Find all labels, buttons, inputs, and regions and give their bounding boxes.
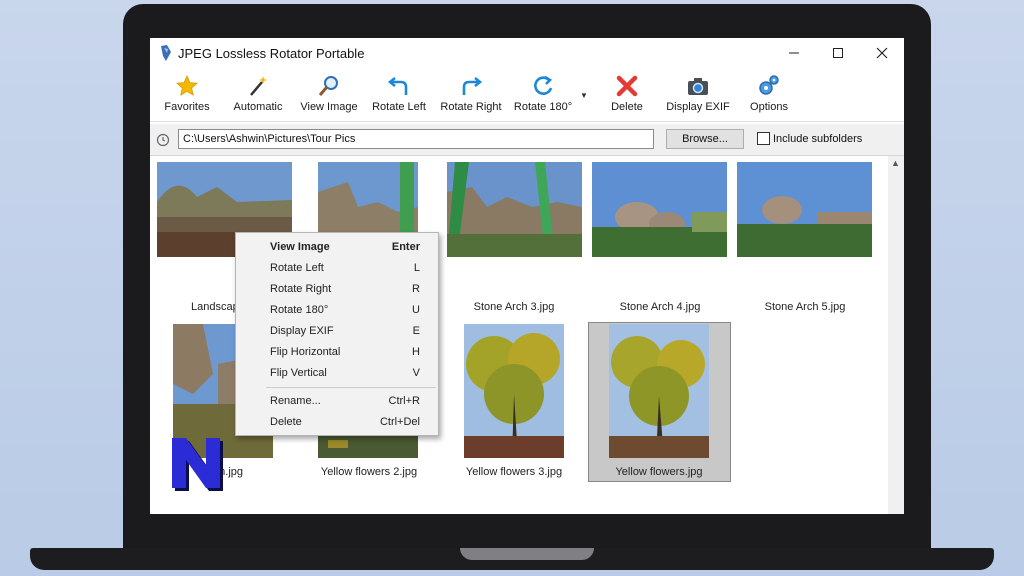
menu-separator bbox=[266, 387, 436, 388]
menu-item-label: Delete bbox=[270, 416, 302, 428]
rotate-left-icon bbox=[387, 76, 408, 95]
menu-item-rotate-left[interactable]: Rotate Left L bbox=[236, 258, 440, 279]
rotate-right-button[interactable]: Rotate Right bbox=[440, 74, 502, 120]
window-title: JPEG Lossless Rotator Portable bbox=[178, 46, 365, 61]
watermark-logo bbox=[172, 438, 223, 491]
menu-item-shortcut: L bbox=[413, 262, 420, 274]
delete-x-icon bbox=[616, 75, 638, 97]
browse-button[interactable]: Browse... bbox=[666, 129, 744, 149]
delete-button[interactable]: Delete bbox=[606, 74, 648, 120]
thumbnail-caption-yellow-flowers: Yellow flowers.jpg bbox=[615, 466, 703, 478]
magic-wand-icon bbox=[250, 76, 267, 96]
folder-path-input[interactable] bbox=[178, 129, 654, 149]
menu-item-label: Rotate 180° bbox=[270, 304, 329, 316]
menu-item-flip-vertical[interactable]: Flip Vertical V bbox=[236, 363, 440, 384]
magnifier-icon bbox=[318, 76, 338, 96]
display-exif-label: Display EXIF bbox=[666, 101, 730, 113]
vertical-scrollbar[interactable]: ▲ bbox=[888, 156, 904, 514]
include-subfolders-checkbox[interactable] bbox=[757, 132, 770, 145]
menu-item-shortcut: U bbox=[412, 304, 420, 316]
thumbnail-caption-yellow-flowers-2: Yellow flowers 2.jpg bbox=[320, 466, 418, 478]
rotate-left-label: Rotate Left bbox=[372, 101, 426, 113]
include-subfolders-label: Include subfolders bbox=[773, 133, 863, 145]
toolbar: Favorites Automatic View Image Rotate Le… bbox=[150, 68, 904, 122]
menu-item-display-exif[interactable]: Display EXIF E bbox=[236, 321, 440, 342]
star-icon bbox=[176, 75, 198, 96]
thumbnail-caption-yellow-flowers-3: Yellow flowers 3.jpg bbox=[465, 466, 563, 478]
context-menu: View Image Enter Rotate Left L Rotate Ri… bbox=[235, 232, 439, 436]
menu-item-label: Display EXIF bbox=[270, 325, 334, 337]
thumbnail-caption-stone-arch-4: Stone Arch 4.jpg bbox=[619, 301, 701, 313]
menu-item-label: Flip Horizontal bbox=[270, 346, 341, 358]
stone-arch-3-image bbox=[447, 162, 582, 257]
menu-item-shortcut: Ctrl+Del bbox=[379, 416, 420, 428]
menu-item-shortcut: Ctrl+R bbox=[388, 395, 420, 407]
thumbnail-caption-stone-arch-5: Stone Arch 5.jpg bbox=[764, 301, 846, 313]
menu-item-label: Rotate Left bbox=[270, 262, 324, 274]
rotate-180-label: Rotate 180° bbox=[513, 101, 573, 113]
menu-item-flip-horizontal[interactable]: Flip Horizontal H bbox=[236, 342, 440, 363]
automatic-label: Automatic bbox=[233, 101, 283, 113]
menu-item-rotate-right[interactable]: Rotate Right R bbox=[236, 279, 440, 300]
minimize-icon bbox=[789, 52, 799, 54]
thumbnail-yellow-flowers[interactable] bbox=[609, 324, 709, 458]
menu-item-label: View Image bbox=[270, 241, 330, 253]
menu-item-delete[interactable]: Delete Ctrl+Del bbox=[236, 412, 440, 433]
gears-icon bbox=[759, 75, 779, 95]
close-icon bbox=[876, 47, 888, 59]
menu-item-label: Flip Vertical bbox=[270, 367, 327, 379]
yellow-flowers-image bbox=[609, 324, 709, 458]
rotate-left-button[interactable]: Rotate Left bbox=[370, 74, 428, 120]
thumbnail-yellow-flowers-3[interactable] bbox=[464, 324, 564, 458]
view-image-button[interactable]: View Image bbox=[300, 74, 358, 120]
options-label: Options bbox=[750, 101, 788, 113]
menu-item-shortcut: V bbox=[412, 367, 420, 379]
menu-item-rotate-180[interactable]: Rotate 180° U bbox=[236, 300, 440, 321]
stone-arch-5-image bbox=[737, 162, 872, 257]
scroll-up-arrow-icon[interactable]: ▲ bbox=[891, 158, 900, 168]
stone-arch-4-image bbox=[592, 162, 727, 257]
delete-label: Delete bbox=[611, 101, 643, 113]
history-icon[interactable] bbox=[156, 133, 170, 147]
menu-item-shortcut: H bbox=[412, 346, 420, 358]
menu-item-shortcut: R bbox=[412, 283, 420, 295]
automatic-button[interactable]: Automatic bbox=[230, 74, 286, 120]
display-exif-button[interactable]: Display EXIF bbox=[666, 74, 730, 120]
menu-item-rename[interactable]: Rename... Ctrl+R bbox=[236, 391, 440, 412]
menu-item-shortcut: Enter bbox=[391, 241, 420, 253]
menu-item-label: Rotate Right bbox=[270, 283, 332, 295]
options-button[interactable]: Options bbox=[746, 74, 792, 120]
minimize-button[interactable] bbox=[772, 38, 816, 68]
menu-item-view-image[interactable]: View Image Enter bbox=[236, 237, 440, 258]
thumbnail-caption-stone-arch-3: Stone Arch 3.jpg bbox=[473, 301, 555, 313]
menu-item-shortcut: E bbox=[412, 325, 420, 337]
close-button[interactable] bbox=[860, 38, 904, 68]
rotate-180-dropdown-arrow-icon[interactable]: ▼ bbox=[580, 91, 588, 100]
view-image-label: View Image bbox=[300, 101, 358, 113]
maximize-button[interactable] bbox=[816, 38, 860, 68]
app-logo-icon bbox=[161, 45, 171, 61]
rotate-180-icon bbox=[534, 75, 553, 95]
thumbnail-stone-arch-3[interactable] bbox=[447, 162, 582, 257]
yellow-flowers-3-image bbox=[464, 324, 564, 458]
menu-item-label: Rename... bbox=[270, 395, 321, 407]
rotate-180-button[interactable]: Rotate 180° bbox=[512, 74, 574, 120]
thumbnail-yellow-flowers-2[interactable] bbox=[318, 436, 418, 458]
thumbnail-stone-arch-5[interactable] bbox=[737, 162, 872, 257]
thumbnail-stone-arch-4[interactable] bbox=[592, 162, 727, 257]
favorites-button[interactable]: Favorites bbox=[160, 74, 214, 120]
maximize-icon bbox=[833, 48, 843, 58]
path-bar: Browse... Include subfolders bbox=[150, 124, 904, 156]
rotate-right-icon bbox=[462, 76, 483, 95]
rotate-right-label: Rotate Right bbox=[440, 101, 502, 113]
yellow-flowers-2-image bbox=[318, 436, 418, 458]
laptop-notch bbox=[460, 548, 594, 560]
thumbnail-caption-landscape: Landscap bbox=[191, 301, 239, 313]
camera-icon bbox=[688, 78, 708, 95]
title-bar: JPEG Lossless Rotator Portable bbox=[150, 38, 904, 68]
favorites-label: Favorites bbox=[164, 101, 210, 113]
